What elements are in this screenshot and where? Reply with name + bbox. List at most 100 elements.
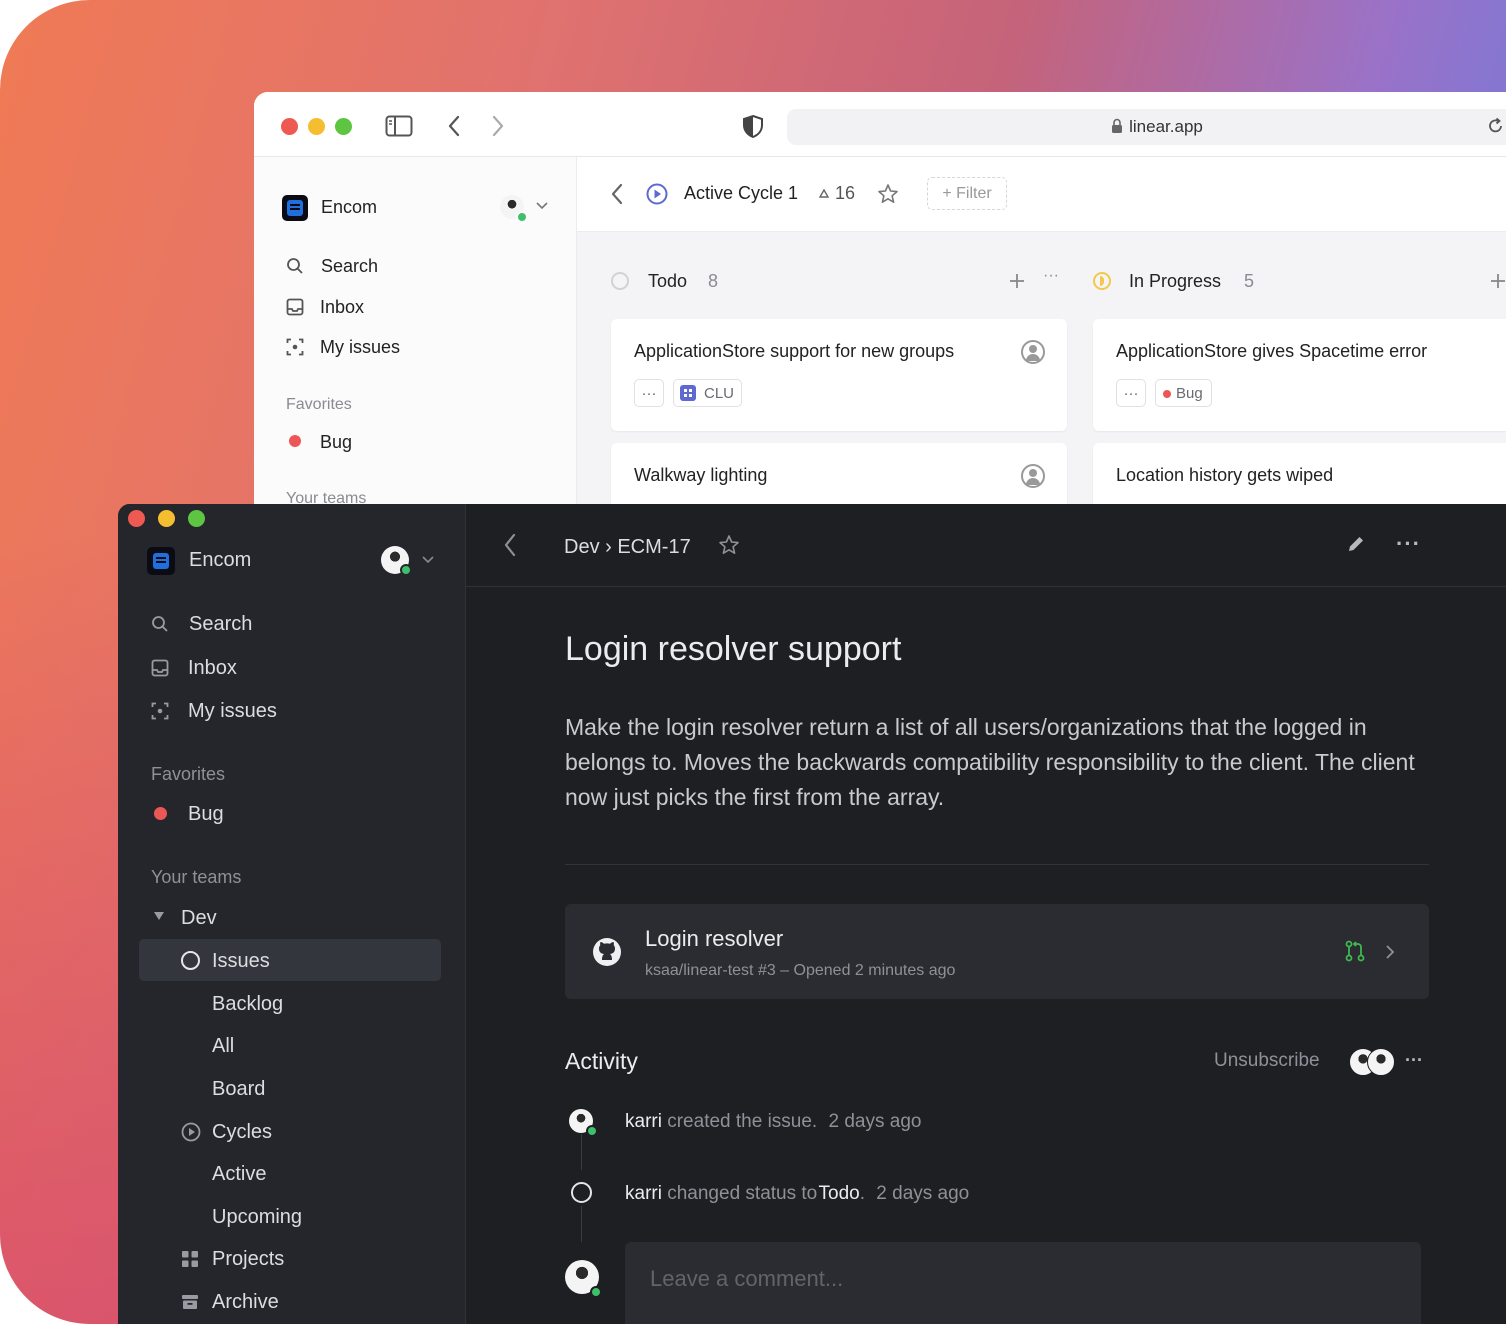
light-main-panel: Active Cycle 1 16 + Filter Todo 8 ··· Ap… [577, 157, 1506, 504]
chevron-right-icon[interactable] [1385, 944, 1395, 960]
filter-button[interactable]: + Filter [927, 177, 1007, 210]
issue-card-title: Location history gets wiped [1116, 465, 1334, 485]
issue-card[interactable]: Location history gets wiped [1093, 443, 1506, 504]
favorite-bug[interactable]: Bug [320, 432, 352, 453]
edit-pencil-icon[interactable] [1346, 534, 1366, 554]
close-window-button[interactable] [281, 118, 298, 135]
maximize-window-button[interactable] [188, 510, 205, 527]
todo-status-icon [611, 272, 629, 290]
sidebar-item-issues[interactable]: Issues [212, 950, 270, 973]
sidebar-item-active[interactable]: Active [212, 1163, 266, 1186]
sidebar-toggle-icon[interactable] [385, 115, 413, 137]
nav-search[interactable]: Search [321, 256, 378, 277]
favorite-star-icon[interactable] [877, 183, 899, 205]
add-issue-plus-icon[interactable] [1490, 273, 1506, 289]
issue-card[interactable]: Walkway lighting [611, 443, 1067, 504]
sidebar-item-projects[interactable]: Projects [212, 1248, 284, 1271]
activity-more-icon[interactable]: ··· [1405, 1050, 1423, 1071]
project-label-chip[interactable]: CLU [673, 379, 742, 407]
nav-inbox[interactable]: Inbox [188, 657, 237, 680]
browser-toolbar: linear.app [254, 92, 1506, 157]
reload-icon[interactable] [1487, 117, 1505, 135]
activity-time: 2 days ago [876, 1183, 970, 1204]
search-icon [286, 257, 304, 275]
workspace-name[interactable]: Encom [189, 549, 251, 572]
workspace-name[interactable]: Encom [321, 197, 377, 218]
sidebar-item-cycles[interactable]: Cycles [212, 1121, 272, 1144]
triangle-down-icon[interactable] [154, 912, 164, 921]
activity-user[interactable]: karri [625, 1183, 662, 1204]
online-status-indicator [400, 564, 412, 576]
github-icon [592, 937, 622, 967]
cycles-icon [181, 1122, 201, 1142]
forward-arrow-icon[interactable] [490, 114, 506, 138]
address-bar[interactable]: linear.app [787, 109, 1506, 145]
back-arrow-icon[interactable] [446, 114, 462, 138]
more-options-icon[interactable]: ··· [1396, 531, 1421, 557]
bug-label-dot-icon [289, 435, 301, 447]
inbox-icon [151, 659, 169, 677]
online-status-indicator [590, 1286, 602, 1298]
sidebar-item-all[interactable]: All [212, 1035, 234, 1058]
comment-placeholder: Leave a comment... [650, 1266, 844, 1291]
team-dev[interactable]: Dev [181, 907, 217, 930]
column-more-icon[interactable]: ··· [1043, 267, 1059, 285]
bug-label-chip[interactable]: Bug [1155, 379, 1212, 407]
unsubscribe-button[interactable]: Unsubscribe [1214, 1050, 1320, 1072]
cycle-title: Active Cycle 1 [684, 183, 799, 203]
sidebar-item-upcoming[interactable]: Upcoming [212, 1206, 302, 1229]
sidebar-item-backlog[interactable]: Backlog [212, 993, 283, 1016]
breadcrumb[interactable]: Dev › ECM-17 [564, 536, 691, 559]
add-issue-plus-icon[interactable] [1009, 273, 1025, 289]
favorites-heading: Favorites [151, 764, 226, 784]
cycle-play-icon [646, 183, 668, 205]
issue-card[interactable]: ApplicationStore gives Spacetime error ·… [1093, 319, 1506, 431]
back-chevron-icon[interactable] [503, 533, 517, 557]
maximize-window-button[interactable] [335, 118, 352, 135]
assignee-avatar-icon[interactable] [1021, 340, 1045, 364]
issue-card-title: Walkway lighting [634, 465, 768, 485]
projects-grid-icon [181, 1250, 199, 1268]
issue-card-title: ApplicationStore support for new groups [634, 341, 955, 361]
chevron-down-icon[interactable] [422, 556, 434, 564]
pr-title: Login resolver [645, 926, 784, 951]
workspace-logo-icon [282, 195, 308, 221]
comment-input[interactable]: Leave a comment... [625, 1242, 1421, 1324]
issue-title[interactable]: Login resolver support [565, 630, 901, 669]
url-text: linear.app [1129, 117, 1203, 136]
light-sidebar: Encom Search Inbox My issues Favorites B… [254, 157, 577, 504]
pull-request-card[interactable]: Login resolver ksaa/linear-test #3 – Ope… [565, 904, 1429, 999]
nav-my-issues[interactable]: My issues [320, 337, 400, 358]
sidebar-item-board[interactable]: Board [212, 1078, 265, 1101]
minimize-window-button[interactable] [308, 118, 325, 135]
chevron-down-icon[interactable] [536, 202, 548, 210]
your-teams-heading: Your teams [286, 490, 367, 504]
cycle-count: 16 [835, 183, 856, 203]
pull-request-merge-icon [1345, 940, 1365, 962]
favorite-star-icon[interactable] [718, 534, 740, 556]
priority-more-icon[interactable]: ··· [1116, 379, 1146, 407]
online-status-indicator [516, 211, 528, 223]
nav-search[interactable]: Search [189, 613, 252, 636]
sidebar-item-archive[interactable]: Archive [212, 1291, 279, 1314]
issue-card[interactable]: ApplicationStore support for new groups … [611, 319, 1067, 431]
activity-user[interactable]: karri [625, 1111, 662, 1132]
issue-description[interactable]: Make the login resolver return a list of… [565, 710, 1435, 815]
project-label: CLU [704, 385, 735, 402]
priority-more-icon[interactable]: ··· [634, 379, 664, 407]
subscriber-avatar[interactable] [1367, 1048, 1395, 1076]
nav-inbox[interactable]: Inbox [320, 297, 364, 318]
close-window-button[interactable] [128, 510, 145, 527]
pr-subtitle: ksaa/linear-test #3 – Opened 2 minutes a… [645, 962, 956, 979]
minimize-window-button[interactable] [158, 510, 175, 527]
archive-icon [181, 1294, 199, 1310]
inbox-icon [286, 298, 304, 316]
favorite-bug[interactable]: Bug [188, 803, 224, 826]
back-chevron-icon[interactable] [610, 183, 624, 205]
in-progress-column-title: In Progress [1129, 271, 1222, 291]
privacy-shield-icon[interactable] [742, 114, 764, 138]
nav-my-issues[interactable]: My issues [188, 700, 277, 723]
activity-time: 2 days ago [828, 1111, 922, 1132]
assignee-avatar-icon[interactable] [1021, 464, 1045, 488]
timeline-line [581, 1206, 582, 1242]
